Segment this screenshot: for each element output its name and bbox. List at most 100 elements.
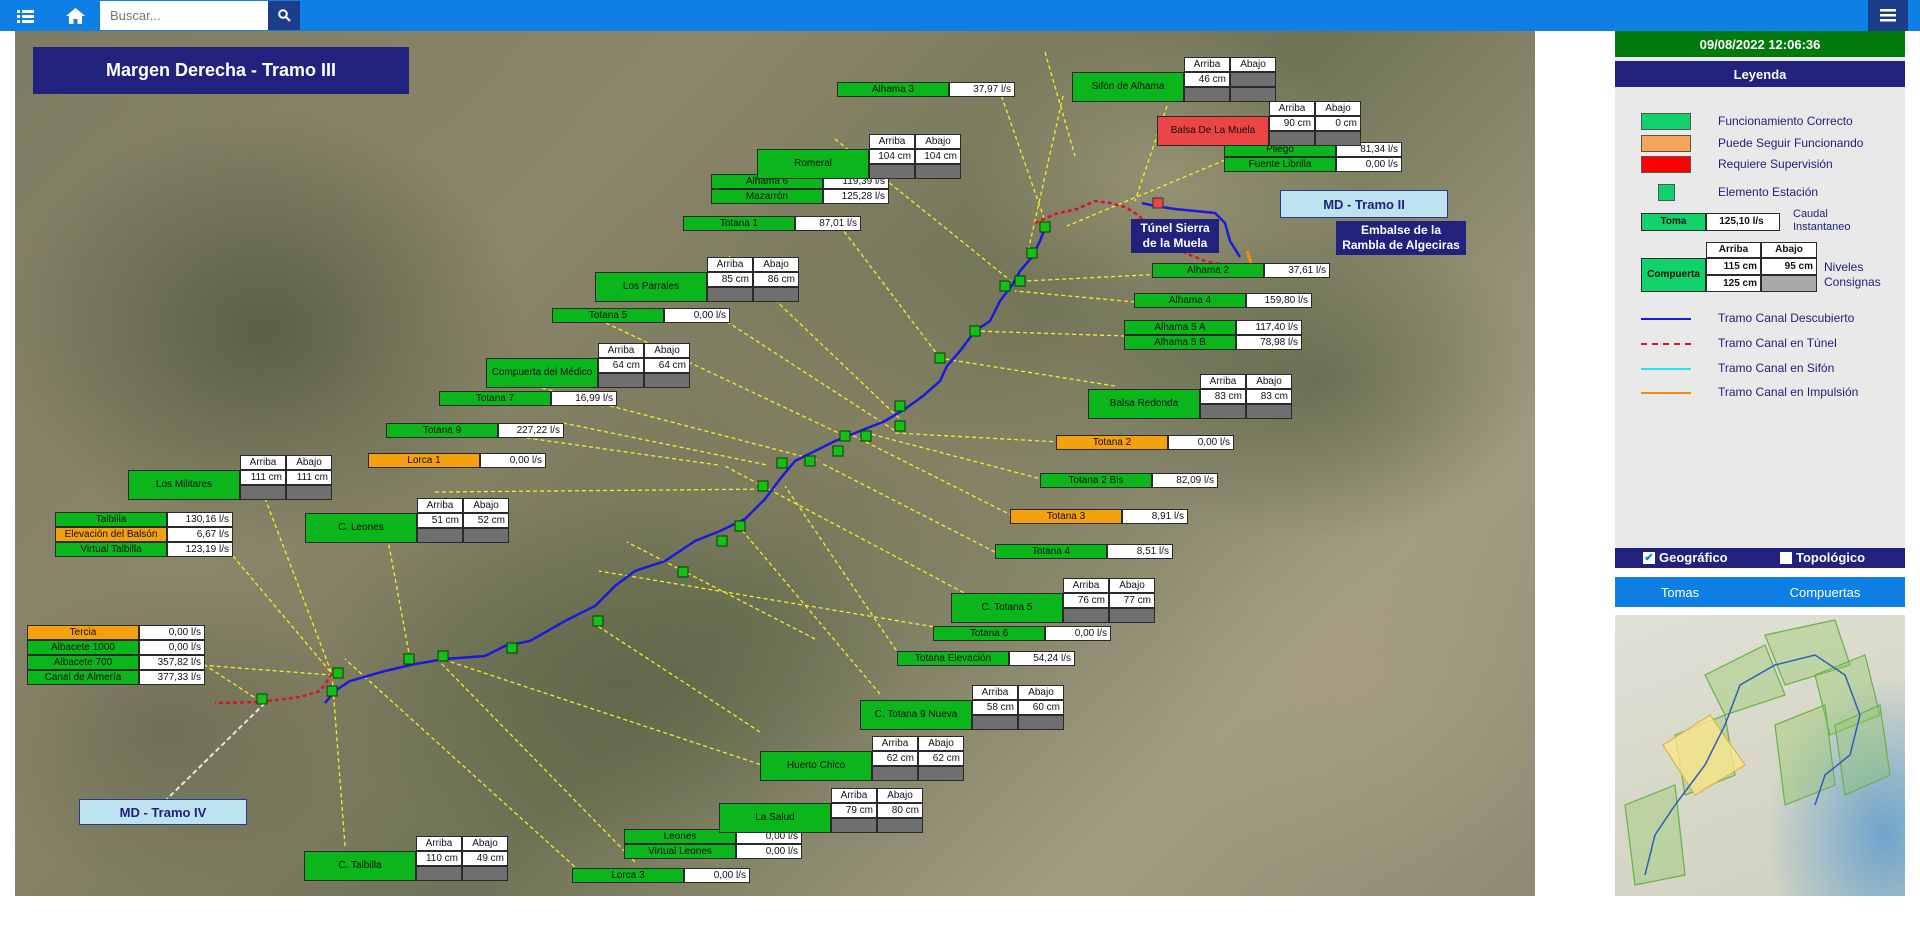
compuerta-row2-arriba — [869, 164, 915, 179]
toma-name-tercia[interactable]: Tercia — [27, 625, 139, 640]
station-marker-alarm[interactable] — [1152, 197, 1164, 209]
topologico-checkbox[interactable] — [1780, 552, 1792, 564]
compuerta-row2-arriba — [707, 287, 753, 302]
legend-arriba-hdr-cell: Arriba — [1706, 242, 1761, 258]
compuerta-abajo-hdr: Abajo — [915, 134, 961, 149]
minimap-sections — [1624, 619, 1891, 886]
compuerta-name-balsa-redonda[interactable]: Balsa Redonda — [1088, 389, 1200, 419]
toma-name-alhama-5-a[interactable]: Alhama 5 A — [1124, 320, 1236, 335]
toma-value-totana-elevaci-n: 54,24 l/s — [1009, 651, 1075, 666]
compuerta-arriba-hdr: Arriba — [1063, 578, 1109, 593]
toma-value-alhama-5-a: 117,40 l/s — [1236, 320, 1302, 335]
compuerta-row2-abajo — [877, 818, 923, 833]
compuerta-row2-abajo — [915, 164, 961, 179]
compuerta-name-compuerta-del-m-dico[interactable]: Compuerta del Médico — [486, 358, 598, 388]
compuerta-abajo-huerto-chico: 62 cm — [918, 751, 964, 766]
toma-name-albacete-700[interactable]: Albacete 700 — [27, 655, 139, 670]
tramo-iv-link[interactable]: MD - Tramo IV — [79, 799, 247, 825]
compuerta-name-los-parrales[interactable]: Los Parrales — [595, 272, 707, 302]
tab-compuertas[interactable]: Compuertas — [1745, 577, 1905, 607]
toma-name-virtual-leones[interactable]: Virtual Leones — [624, 844, 736, 859]
toma-value-lorca-3: 0,00 l/s — [684, 868, 750, 883]
legend-label-puede-seguir: Puede Seguir Funcionando — [1718, 136, 1864, 150]
compuerta-name-los-militares[interactable]: Los Militares — [128, 470, 240, 500]
compuerta-name-c-totana-9-nueva[interactable]: C. Totana 9 Nueva — [860, 700, 972, 730]
compuerta-row2-abajo — [1315, 131, 1361, 146]
legend-label-sifon: Tramo Canal en Sifón — [1718, 361, 1835, 375]
toma-name-elevaci-n-del-bals-n[interactable]: Elevación del Balsón — [55, 527, 167, 542]
compuerta-row2-abajo — [1109, 608, 1155, 623]
legend-abajo2-cell — [1761, 275, 1817, 292]
compuerta-row2-abajo — [753, 287, 799, 302]
toma-value-totana-4: 8,51 l/s — [1107, 544, 1173, 559]
compuerta-name-balsa-de-la-muela[interactable]: Balsa De La Muela — [1157, 116, 1269, 146]
home-icon[interactable] — [63, 0, 87, 31]
list-menu-icon[interactable] — [14, 0, 36, 31]
compuerta-arriba-balsa-redonda: 83 cm — [1200, 389, 1246, 404]
overview-minimap[interactable] — [1615, 615, 1905, 896]
legend-toma-name-cell: Toma — [1641, 213, 1706, 231]
toma-name-virtual-talbilla[interactable]: Virtual Talbilla — [55, 542, 167, 557]
toma-name-albacete-1000[interactable]: Albacete 1000 — [27, 640, 139, 655]
toma-name-totana-3[interactable]: Totana 3 — [1010, 509, 1122, 524]
top-bar — [0, 0, 1920, 31]
compuerta-name-c-leones[interactable]: C. Leones — [305, 513, 417, 543]
toma-name-canal-de-almer-a[interactable]: Canal de Almería — [27, 670, 139, 685]
toma-name-alhama-5-b[interactable]: Alhama 5 B — [1124, 335, 1236, 350]
toma-name-alhama-3[interactable]: Alhama 3 — [837, 82, 949, 97]
toma-name-totana-9[interactable]: Totana 9 — [386, 423, 498, 438]
datetime-bar: 09/08/2022 12:06:36 — [1615, 31, 1905, 57]
geografico-checkbox[interactable]: ✔ — [1643, 552, 1655, 564]
legend-swatch-puede-seguir — [1641, 135, 1691, 152]
legend-arriba2-cell: 125 cm — [1706, 275, 1761, 292]
toma-name-alhama-4[interactable]: Alhama 4 — [1134, 293, 1246, 308]
compuerta-row2-arriba — [1184, 87, 1230, 102]
toma-value-mazarr-n: 125,28 l/s — [823, 189, 889, 204]
toma-value-talbilla: 130,16 l/s — [167, 512, 233, 527]
compuerta-row2-arriba — [1063, 608, 1109, 623]
search-button[interactable] — [268, 1, 300, 30]
compuerta-arriba-sif-n-de-alhama: 46 cm — [1184, 72, 1230, 87]
legend-label-tunel: Tramo Canal en Túnel — [1718, 336, 1837, 350]
compuerta-name-c-talbilla[interactable]: C. Talbilla — [304, 851, 416, 881]
geographic-map[interactable]: Margen Derecha - Tramo III MD - Tramo II… — [15, 31, 1535, 896]
toma-value-totana-5: 0,00 l/s — [664, 308, 730, 323]
legend-abajo-hdr: Abajo — [1761, 242, 1817, 258]
toma-name-fuente-librilla[interactable]: Fuente Librilla — [1224, 157, 1336, 172]
toma-name-totana-2[interactable]: Totana 2 — [1056, 435, 1168, 450]
toma-name-totana-6[interactable]: Totana 6 — [933, 626, 1045, 641]
toma-name-totana-1[interactable]: Totana 1 — [683, 216, 795, 231]
tramo-ii-link[interactable]: MD - Tramo II — [1280, 190, 1448, 218]
toma-name-totana-2-bis[interactable]: Totana 2 Bis — [1040, 473, 1152, 488]
hamburger-menu-button[interactable] — [1868, 0, 1908, 31]
toma-name-lorca-3[interactable]: Lorca 3 — [572, 868, 684, 883]
topologico-label: Topológico — [1796, 550, 1866, 565]
legend-abajo-hdr-cell: Abajo — [1761, 242, 1817, 258]
toma-name-mazarr-n[interactable]: Mazarrón — [711, 189, 823, 204]
compuerta-name-huerto-chico[interactable]: Huerto Chico — [760, 751, 872, 781]
toma-name-totana-4[interactable]: Totana 4 — [995, 544, 1107, 559]
toma-name-talbilla[interactable]: Talbilla — [55, 512, 167, 527]
compuerta-name-c-totana-5[interactable]: C. Totana 5 — [951, 593, 1063, 623]
compuerta-abajo-balsa-de-la-muela: 0 cm — [1315, 116, 1361, 131]
legend-label-descubierto: Tramo Canal Descubierto — [1718, 311, 1855, 325]
compuerta-name-romeral[interactable]: Romeral — [757, 149, 869, 179]
toma-name-totana-elevaci-n[interactable]: Totana Elevación — [897, 651, 1009, 666]
compuerta-row2-arriba — [1269, 131, 1315, 146]
compuerta-abajo-hdr: Abajo — [644, 343, 690, 358]
toma-name-totana-5[interactable]: Totana 5 — [552, 308, 664, 323]
compuerta-name-sif-n-de-alhama[interactable]: Sifón de Alhama — [1072, 72, 1184, 102]
search-input[interactable] — [100, 1, 268, 30]
legend-line-tunel — [1641, 343, 1691, 345]
tab-tomas[interactable]: Tomas — [1615, 577, 1745, 607]
compuerta-name-la-salud[interactable]: La Salud — [719, 803, 831, 833]
legend-title: Leyenda — [1615, 61, 1905, 87]
toma-name-totana-7[interactable]: Totana 7 — [439, 391, 551, 406]
toma-name-alhama-2[interactable]: Alhama 2 — [1152, 263, 1264, 278]
toma-name-lorca-1[interactable]: Lorca 1 — [368, 453, 480, 468]
compuerta-arriba-romeral: 104 cm — [869, 149, 915, 164]
compuerta-arriba-balsa-de-la-muela: 90 cm — [1269, 116, 1315, 131]
geografico-label: Geográfico — [1659, 550, 1728, 565]
toma-value-totana-3: 8,91 l/s — [1122, 509, 1188, 524]
compuerta-abajo-hdr: Abajo — [1230, 57, 1276, 72]
